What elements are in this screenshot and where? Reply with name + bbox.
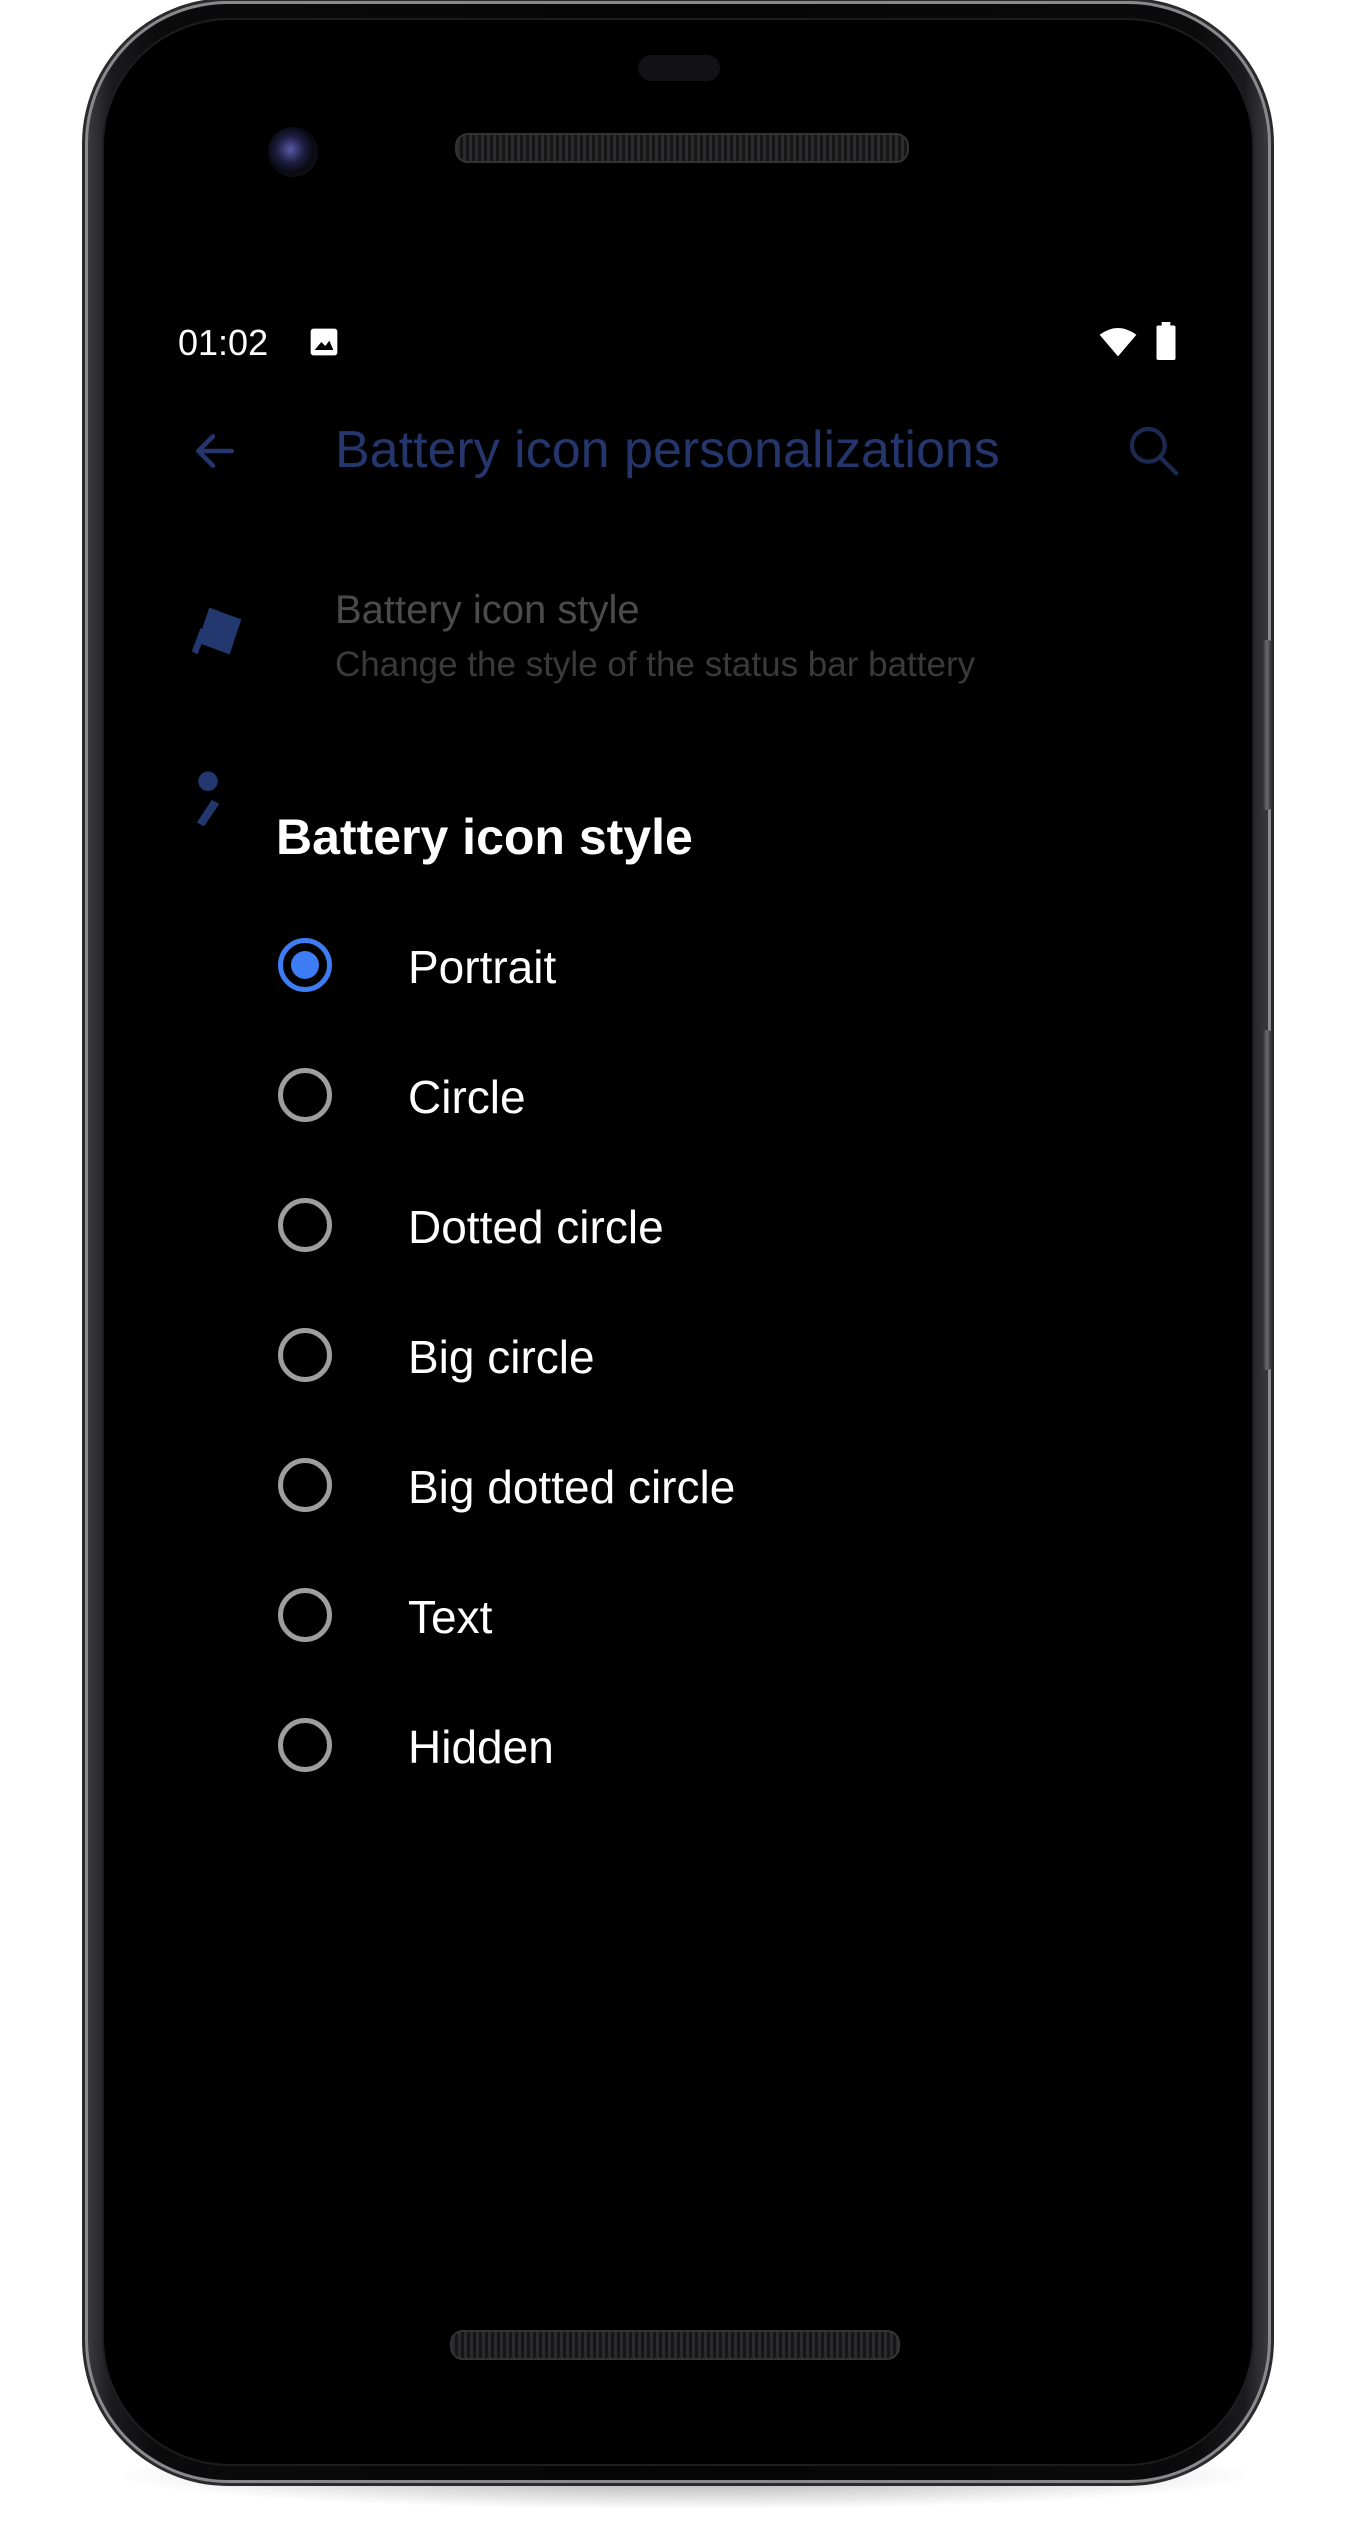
top-sensor: [638, 55, 720, 81]
battery-style-icon: [191, 607, 242, 655]
radio-button[interactable]: [278, 938, 332, 992]
battery-style-dialog: Battery icon style Portrait Circle Dotte…: [238, 780, 1142, 2060]
page-title: Battery icon personalizations: [335, 421, 1000, 479]
earpiece-speaker: [455, 133, 909, 163]
radio-button[interactable]: [278, 1588, 332, 1642]
volume-button: [1262, 1030, 1272, 1370]
search-icon[interactable]: [1125, 422, 1181, 478]
device-mockup: 01:02 Battery icon personalizations Batt…: [0, 0, 1370, 2534]
option-label: Circle: [408, 1071, 526, 1123]
option-label: Dotted circle: [408, 1201, 664, 1253]
option-big-circle[interactable]: Big circle: [238, 1295, 1142, 1415]
status-bar: 01:02: [160, 310, 1220, 370]
radio-selected-dot: [291, 951, 319, 979]
option-label: Big dotted circle: [408, 1461, 736, 1513]
option-text[interactable]: Text: [238, 1555, 1142, 1675]
preference-summary: Change the style of the status bar batte…: [335, 645, 976, 684]
option-hidden[interactable]: Hidden: [238, 1685, 1142, 1805]
dialog-title: Battery icon style: [276, 809, 693, 865]
radio-button[interactable]: [278, 1718, 332, 1772]
preference-title: Battery icon style: [335, 588, 640, 632]
radio-button[interactable]: [278, 1198, 332, 1252]
status-time: 01:02: [178, 322, 269, 363]
option-big-dotted-circle[interactable]: Big dotted circle: [238, 1425, 1142, 1545]
image-icon: [310, 328, 338, 356]
radio-button[interactable]: [278, 1068, 332, 1122]
screen: 01:02 Battery icon personalizations Batt…: [160, 280, 1220, 2260]
option-label: Portrait: [408, 941, 557, 993]
option-dotted-circle[interactable]: Dotted circle: [238, 1165, 1142, 1285]
radio-button[interactable]: [278, 1328, 332, 1382]
front-camera: [268, 127, 318, 177]
option-portrait[interactable]: Portrait: [238, 905, 1142, 1025]
preference-battery-icon-style[interactable]: Battery icon style Change the style of t…: [160, 550, 1220, 710]
option-label: Text: [408, 1591, 493, 1643]
arrow-back-icon[interactable]: [190, 426, 240, 476]
partial-preference-icon: [196, 771, 220, 827]
radio-button[interactable]: [278, 1458, 332, 1512]
option-circle[interactable]: Circle: [238, 1035, 1142, 1155]
app-bar: Battery icon personalizations: [160, 400, 1220, 500]
option-label: Hidden: [408, 1721, 554, 1773]
option-label: Big circle: [408, 1331, 595, 1383]
bottom-speaker: [450, 2330, 900, 2360]
wifi-icon: [1099, 328, 1137, 357]
power-button: [1262, 640, 1272, 810]
battery-icon: [1156, 322, 1176, 360]
